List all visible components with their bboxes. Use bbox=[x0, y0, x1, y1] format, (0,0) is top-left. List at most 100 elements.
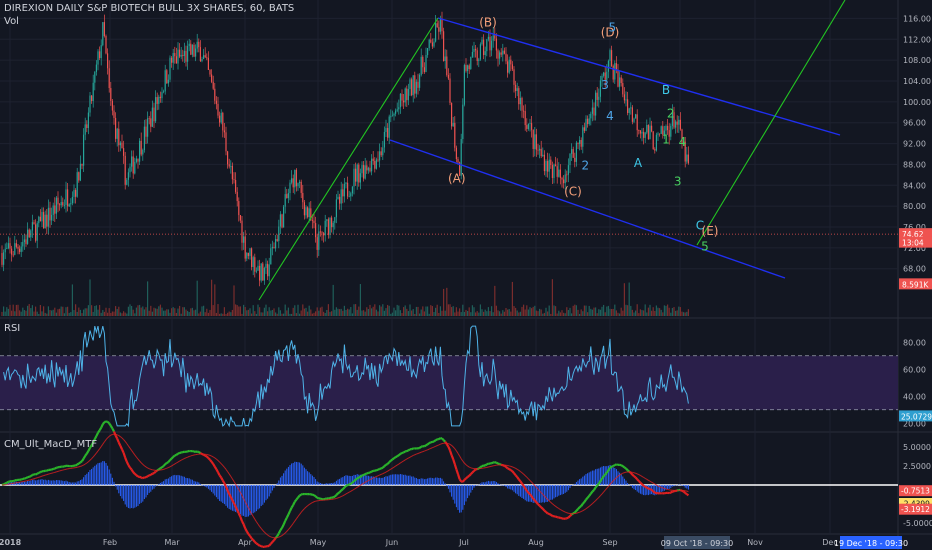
macd-line-segment bbox=[116, 438, 120, 443]
candle-body bbox=[539, 148, 541, 151]
rsi-pane-label[interactable]: RSI bbox=[4, 323, 20, 334]
candle-body bbox=[609, 50, 611, 61]
candle-body bbox=[654, 149, 656, 151]
candle-body bbox=[243, 236, 245, 243]
volume-bar bbox=[353, 304, 355, 316]
volume-bar bbox=[92, 311, 94, 316]
volume-bar bbox=[219, 313, 221, 316]
candle-body bbox=[297, 183, 299, 187]
macd-hist-bar bbox=[291, 463, 293, 485]
volume-bar bbox=[305, 307, 307, 316]
volume-bar bbox=[283, 313, 285, 316]
volume-bar bbox=[28, 304, 30, 316]
macd-line-segment bbox=[170, 456, 175, 460]
macd-hist-bar bbox=[255, 485, 257, 512]
macd-line-segment bbox=[538, 504, 542, 509]
macd-line-segment bbox=[581, 501, 586, 505]
macd-line-segment bbox=[285, 514, 290, 519]
macd-line-segment bbox=[46, 468, 49, 472]
wave-label: 5 bbox=[701, 239, 709, 253]
macd-line-segment bbox=[625, 467, 629, 472]
volume-bar bbox=[233, 285, 235, 316]
macd-hist-bar bbox=[220, 485, 222, 502]
macd-hist-bar bbox=[166, 478, 168, 485]
volume-bar bbox=[399, 310, 401, 316]
macd-line-segment bbox=[282, 520, 287, 526]
volume-bar bbox=[615, 310, 617, 316]
candle-body bbox=[443, 31, 445, 62]
macd-hist-bar bbox=[198, 482, 200, 485]
macd-hist-bar bbox=[601, 466, 603, 485]
candle-body bbox=[228, 164, 230, 167]
symbol-title[interactable]: DIREXION DAILY S&P BIOTECH BULL 3X SHARE… bbox=[4, 3, 294, 14]
candle-body bbox=[209, 69, 211, 75]
candle-body bbox=[81, 163, 83, 166]
macd-hist-bar bbox=[313, 477, 315, 485]
macd-line-segment bbox=[257, 543, 261, 547]
volume-bar bbox=[596, 313, 598, 316]
chart-canvas[interactable]: 116.00112.00108.00104.00100.0096.0092.00… bbox=[0, 0, 932, 550]
candle-body bbox=[441, 19, 443, 32]
macd-line-segment bbox=[673, 489, 676, 493]
macd-line-segment bbox=[114, 435, 119, 440]
macd-hist-bar bbox=[167, 478, 169, 485]
volume-bar bbox=[643, 310, 645, 316]
volume-bar bbox=[603, 304, 605, 316]
macd-line-segment bbox=[239, 516, 244, 522]
candle-body bbox=[559, 169, 561, 178]
macd-line-segment bbox=[359, 474, 363, 478]
macd-line-segment bbox=[347, 483, 350, 487]
macd-line-segment bbox=[185, 450, 188, 453]
volume-bar bbox=[585, 305, 587, 316]
macd-hist-bar bbox=[52, 480, 54, 485]
candle-body bbox=[483, 39, 485, 56]
macd-line-segment bbox=[334, 494, 338, 498]
macd-line-segment bbox=[215, 468, 219, 473]
volume-bar bbox=[65, 307, 67, 316]
macd-hist-bar bbox=[329, 483, 331, 485]
volume-bar bbox=[91, 305, 93, 316]
candle-body bbox=[335, 199, 337, 218]
candle-body bbox=[167, 79, 169, 84]
macd-line-segment bbox=[335, 492, 339, 496]
macd-hist-bar bbox=[457, 485, 459, 510]
candle-body bbox=[548, 159, 550, 172]
macd-hist-bar bbox=[121, 485, 123, 499]
macd-line-segment bbox=[38, 471, 41, 474]
volume-bar bbox=[6, 307, 8, 316]
macd-hist-bar bbox=[211, 485, 213, 492]
volume-bar bbox=[371, 308, 373, 316]
macd-line-segment bbox=[596, 482, 600, 487]
macd-hist-bar bbox=[116, 485, 118, 490]
volume-bar bbox=[659, 308, 661, 316]
macd-hist-bar bbox=[188, 478, 190, 485]
volume-bar bbox=[345, 309, 347, 316]
candle-body bbox=[579, 139, 581, 144]
volume-bar bbox=[414, 313, 416, 316]
candle-body bbox=[260, 263, 262, 281]
macd-line-segment bbox=[529, 493, 533, 497]
macd-hist-bar bbox=[519, 485, 521, 497]
candle-body bbox=[500, 52, 502, 55]
volume-label[interactable]: Vol bbox=[4, 16, 19, 27]
volume-bar bbox=[198, 313, 200, 316]
macd-hist-bar bbox=[217, 485, 219, 500]
macd-signal-segment bbox=[468, 466, 472, 469]
volume-bar bbox=[569, 307, 571, 316]
macd-hist-bar bbox=[663, 485, 665, 491]
macd-hist-bar bbox=[495, 481, 497, 485]
macd-signal-segment bbox=[168, 466, 171, 469]
volume-bar bbox=[502, 310, 504, 316]
volume-bar bbox=[444, 310, 446, 316]
macd-line-segment bbox=[327, 496, 331, 500]
volume-bar bbox=[587, 312, 589, 316]
macd-line-segment bbox=[511, 470, 515, 474]
candle-body bbox=[211, 74, 213, 82]
candle-body bbox=[63, 204, 65, 206]
macd-hist-bar bbox=[635, 485, 637, 491]
macd-line-segment bbox=[338, 489, 343, 493]
macd-line-segment bbox=[273, 537, 277, 541]
macd-hist-bar bbox=[583, 475, 585, 485]
volume-bar bbox=[604, 312, 606, 316]
macd-pane-label[interactable]: CM_Ult_MacD_MTF bbox=[4, 439, 97, 450]
